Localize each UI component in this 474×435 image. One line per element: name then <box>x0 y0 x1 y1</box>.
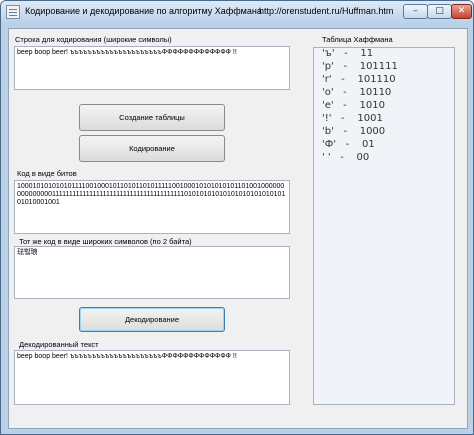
bits-label: Код в виде битов <box>17 169 77 178</box>
form-client-area: Строка для кодирования (широкие символы)… <box>8 28 468 429</box>
app-window: Кодирование и декодирование по алгоритму… <box>0 0 474 435</box>
minimize-button[interactable]: – <box>403 4 428 19</box>
wide-label: Тот же код в виде широких символов (по 2… <box>19 237 192 246</box>
bits-textbox[interactable]: 1000101010101011110010001011010110101111… <box>14 180 290 234</box>
decoded-textbox[interactable]: beep boop beer! ъъъъъъъъъъъъъъъъъъъъъФФФ… <box>14 350 290 405</box>
list-item[interactable]: 'p' - 101111 <box>322 61 398 72</box>
list-item[interactable]: 'o' - 10110 <box>322 87 391 98</box>
decoded-label: Декодированный текст <box>19 340 99 349</box>
encode-button[interactable]: Кодирование <box>79 135 225 162</box>
list-item[interactable]: ' ' - 00 <box>322 152 369 163</box>
list-item[interactable]: 'ъ' - 11 <box>322 48 373 59</box>
wide-textbox[interactable]: 琺쀀琅 <box>14 246 290 299</box>
window-url: http://orenstudent.ru/Huffman.htm <box>259 6 394 16</box>
list-item[interactable]: '!' - 1001 <box>322 113 383 124</box>
create-table-button[interactable]: Создание таблицы <box>79 104 225 131</box>
list-item[interactable]: 'Ф' - 01 <box>322 139 375 150</box>
window-title: Кодирование и декодирование по алгоритму… <box>25 6 262 16</box>
title-bar[interactable]: Кодирование и декодирование по алгоритму… <box>1 1 473 24</box>
input-label: Строка для кодирования (широкие символы) <box>15 35 172 44</box>
maximize-button[interactable]: □ <box>427 4 452 19</box>
list-item[interactable]: 'r' - 101110 <box>322 74 396 85</box>
list-item[interactable]: 'b' - 1000 <box>322 126 385 137</box>
list-item[interactable]: 'e' - 1010 <box>322 100 385 111</box>
close-button[interactable]: ✕ <box>451 4 472 19</box>
input-textbox[interactable]: beep boop beer! ъъъъъъъъъъъъъъъъъъъъъФФФ… <box>14 46 290 90</box>
huffman-table-list[interactable]: 'ъ' - 11 'p' - 101111 'r' - 101110 'o' -… <box>313 47 455 405</box>
decode-button[interactable]: Декодирование <box>79 307 225 332</box>
app-icon <box>6 5 20 19</box>
table-label: Таблица Хаффмана <box>322 35 393 44</box>
